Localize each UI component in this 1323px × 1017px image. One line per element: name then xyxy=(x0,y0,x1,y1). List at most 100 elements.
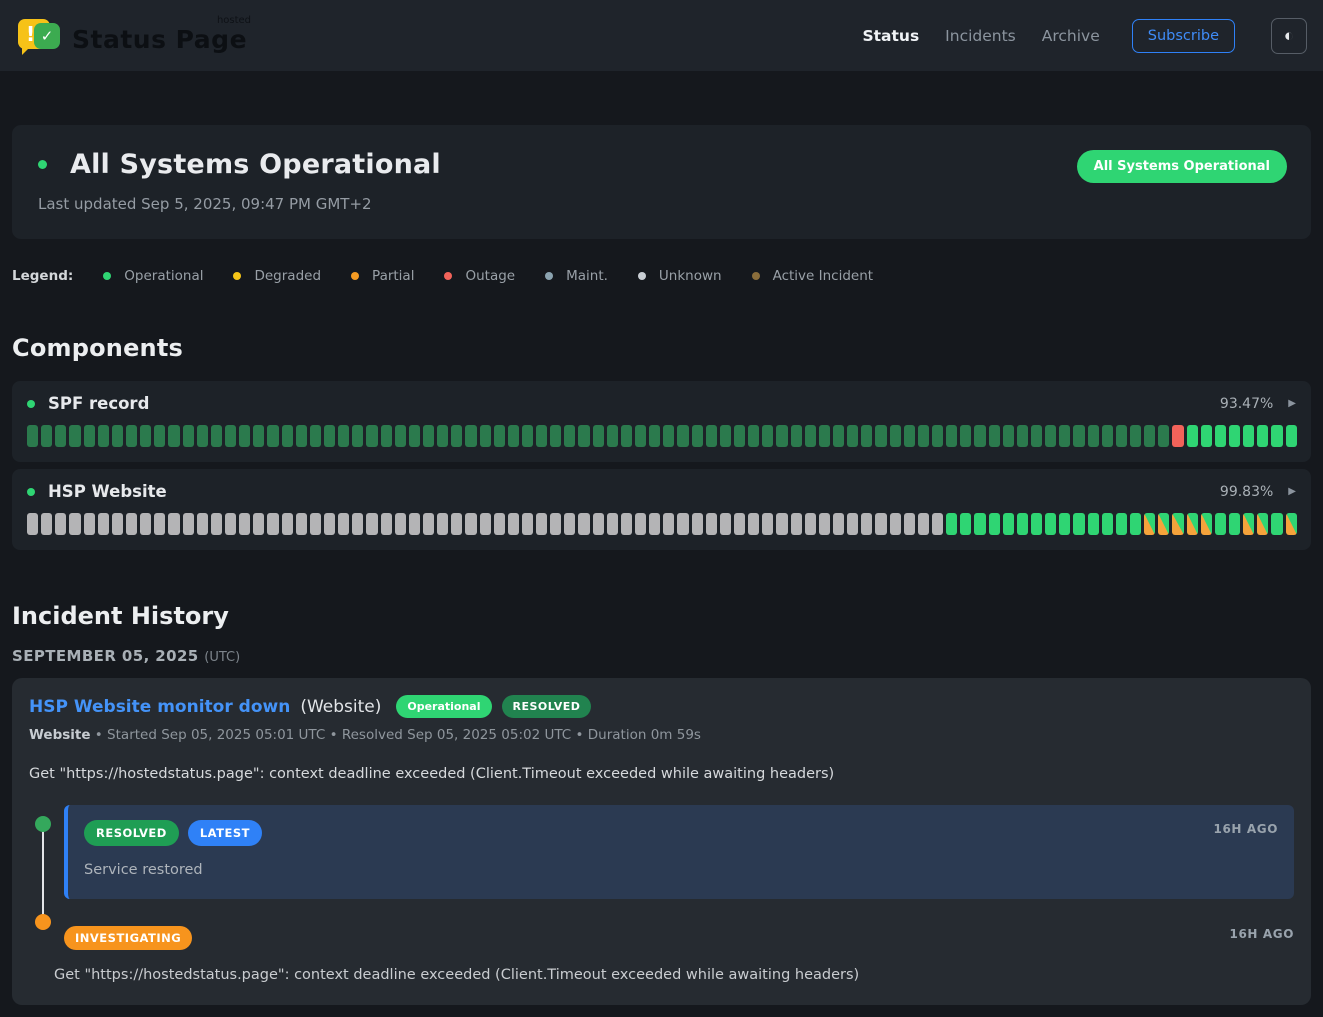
uptime-bar[interactable] xyxy=(395,425,406,447)
expand-chevron-icon[interactable]: ▶ xyxy=(1288,398,1296,409)
uptime-bar[interactable] xyxy=(69,513,80,535)
uptime-bar[interactable] xyxy=(84,513,95,535)
uptime-bar[interactable] xyxy=(918,425,929,447)
uptime-bar[interactable] xyxy=(1229,425,1240,447)
uptime-bar[interactable] xyxy=(494,425,505,447)
uptime-bar[interactable] xyxy=(168,513,179,535)
uptime-bar[interactable] xyxy=(267,425,278,447)
uptime-bar[interactable] xyxy=(720,513,731,535)
uptime-bar[interactable] xyxy=(1172,513,1183,535)
uptime-bar[interactable] xyxy=(1187,513,1198,535)
uptime-bar[interactable] xyxy=(84,425,95,447)
incident-title-link[interactable]: HSP Website monitor down xyxy=(29,697,290,717)
uptime-bar[interactable] xyxy=(239,425,250,447)
nav-status[interactable]: Status xyxy=(862,27,919,45)
uptime-bar[interactable] xyxy=(1257,513,1268,535)
uptime-bar[interactable] xyxy=(791,513,802,535)
uptime-bar[interactable] xyxy=(819,425,830,447)
uptime-bar[interactable] xyxy=(140,425,151,447)
uptime-bar[interactable] xyxy=(1088,425,1099,447)
uptime-bar[interactable] xyxy=(480,513,491,535)
uptime-bar[interactable] xyxy=(1257,425,1268,447)
uptime-bar[interactable] xyxy=(437,513,448,535)
uptime-bar[interactable] xyxy=(154,513,165,535)
uptime-bar[interactable] xyxy=(1031,425,1042,447)
uptime-bar[interactable] xyxy=(974,425,985,447)
theme-toggle-button[interactable]: ◐ xyxy=(1271,18,1307,54)
uptime-bar[interactable] xyxy=(338,425,349,447)
uptime-bar[interactable] xyxy=(522,425,533,447)
uptime-bar[interactable] xyxy=(1286,425,1297,447)
uptime-bar[interactable] xyxy=(663,425,674,447)
uptime-bar[interactable] xyxy=(550,513,561,535)
uptime-bar[interactable] xyxy=(310,513,321,535)
uptime-bar[interactable] xyxy=(338,513,349,535)
uptime-bar[interactable] xyxy=(211,513,222,535)
uptime-bar[interactable] xyxy=(296,425,307,447)
uptime-bar[interactable] xyxy=(282,425,293,447)
uptime-bar[interactable] xyxy=(480,425,491,447)
uptime-bar[interactable] xyxy=(41,513,52,535)
uptime-bar[interactable] xyxy=(409,425,420,447)
nav-incidents[interactable]: Incidents xyxy=(945,27,1016,45)
uptime-bar[interactable] xyxy=(112,425,123,447)
uptime-bar[interactable] xyxy=(890,425,901,447)
uptime-bar[interactable] xyxy=(904,513,915,535)
uptime-bar[interactable] xyxy=(1144,425,1155,447)
uptime-bar[interactable] xyxy=(621,425,632,447)
uptime-bar[interactable] xyxy=(875,513,886,535)
uptime-bar[interactable] xyxy=(1059,425,1070,447)
uptime-bar[interactable] xyxy=(381,425,392,447)
uptime-bar[interactable] xyxy=(621,513,632,535)
uptime-bar[interactable] xyxy=(833,513,844,535)
uptime-bar[interactable] xyxy=(1045,425,1056,447)
uptime-bar[interactable] xyxy=(296,513,307,535)
uptime-bar[interactable] xyxy=(126,513,137,535)
uptime-bar[interactable] xyxy=(974,513,985,535)
uptime-bar[interactable] xyxy=(98,425,109,447)
uptime-bar[interactable] xyxy=(1201,425,1212,447)
uptime-bar[interactable] xyxy=(847,513,858,535)
uptime-bar[interactable] xyxy=(875,425,886,447)
uptime-bar[interactable] xyxy=(352,513,363,535)
uptime-bar[interactable] xyxy=(748,425,759,447)
uptime-bar[interactable] xyxy=(663,513,674,535)
uptime-bar[interactable] xyxy=(1045,513,1056,535)
uptime-bar[interactable] xyxy=(27,513,38,535)
uptime-bar[interactable] xyxy=(960,513,971,535)
expand-chevron-icon[interactable]: ▶ xyxy=(1288,486,1296,497)
uptime-bar[interactable] xyxy=(776,425,787,447)
uptime-bar[interactable] xyxy=(1286,513,1297,535)
uptime-bar[interactable] xyxy=(607,425,618,447)
uptime-bar[interactable] xyxy=(197,425,208,447)
nav-archive[interactable]: Archive xyxy=(1042,27,1100,45)
uptime-bar[interactable] xyxy=(946,513,957,535)
uptime-bar[interactable] xyxy=(508,425,519,447)
uptime-bar[interactable] xyxy=(324,425,335,447)
uptime-bar[interactable] xyxy=(140,513,151,535)
uptime-bar[interactable] xyxy=(805,425,816,447)
uptime-bar[interactable] xyxy=(819,513,830,535)
uptime-bar[interactable] xyxy=(183,513,194,535)
uptime-bar[interactable] xyxy=(352,425,363,447)
uptime-bar[interactable] xyxy=(578,425,589,447)
uptime-bar[interactable] xyxy=(55,513,66,535)
uptime-bar[interactable] xyxy=(847,425,858,447)
uptime-bar[interactable] xyxy=(154,425,165,447)
uptime-bar[interactable] xyxy=(550,425,561,447)
uptime-bar[interactable] xyxy=(536,513,547,535)
uptime-bar[interactable] xyxy=(1187,425,1198,447)
uptime-bar[interactable] xyxy=(41,425,52,447)
uptime-bar[interactable] xyxy=(1215,425,1226,447)
uptime-bar[interactable] xyxy=(409,513,420,535)
uptime-bar[interactable] xyxy=(833,425,844,447)
uptime-bar[interactable] xyxy=(1172,425,1183,447)
uptime-bar[interactable] xyxy=(451,425,462,447)
uptime-bar[interactable] xyxy=(1116,513,1127,535)
uptime-bar[interactable] xyxy=(564,425,575,447)
uptime-bar[interactable] xyxy=(918,513,929,535)
uptime-bar[interactable] xyxy=(366,513,377,535)
uptime-bar[interactable] xyxy=(649,513,660,535)
uptime-bar[interactable] xyxy=(366,425,377,447)
uptime-bar[interactable] xyxy=(692,513,703,535)
